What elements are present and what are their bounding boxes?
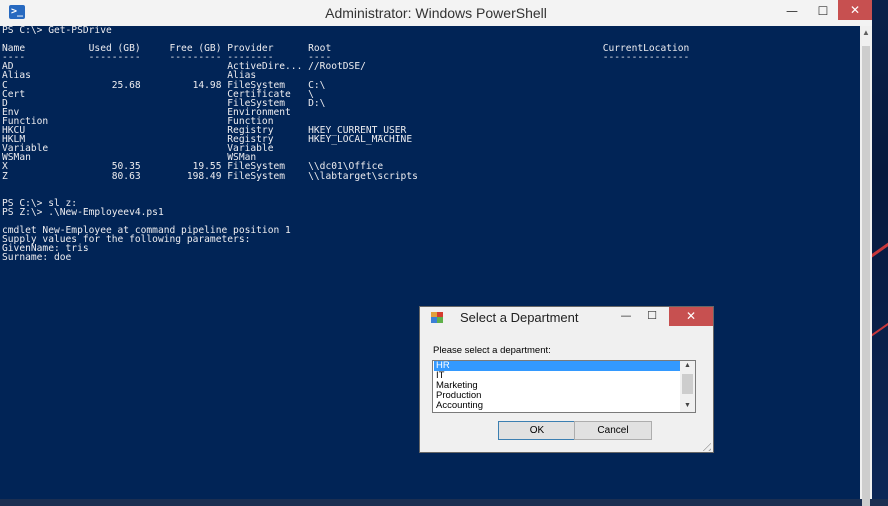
console-text: PS C:\> Get-PSDrive Name Used (GB) Free … — [2, 26, 690, 264]
ok-button[interactable]: OK — [498, 421, 576, 440]
form-app-icon — [431, 312, 443, 323]
dialog-maximize-button[interactable]: ☐ — [642, 309, 662, 322]
list-item-hr[interactable]: HR — [434, 361, 681, 371]
list-item-accounting[interactable]: Accounting — [434, 401, 681, 411]
chevron-up-icon[interactable]: ▲ — [680, 361, 695, 371]
close-button[interactable]: ✕ — [838, 0, 872, 20]
dialog-close-button[interactable]: ✕ — [669, 307, 713, 326]
chevron-down-icon[interactable]: ▼ — [680, 401, 695, 411]
dialog-minimize-button[interactable]: — — [616, 309, 636, 322]
select-department-dialog: Select a Department — ☐ ✕ Please select … — [419, 306, 714, 453]
dialog-title-bar[interactable]: Select a Department — ☐ ✕ — [420, 307, 713, 329]
minimize-button[interactable]: — — [778, 0, 806, 22]
department-prompt: Please select a department: — [433, 345, 551, 356]
department-listbox[interactable]: HR IT Marketing Production Accounting ▲ … — [432, 360, 696, 413]
listbox-scroll-thumb[interactable] — [682, 374, 693, 394]
cancel-button[interactable]: Cancel — [574, 421, 652, 440]
resize-grip-icon[interactable] — [699, 439, 711, 451]
console-scrollbar[interactable]: ▲ — [860, 26, 872, 506]
dialog-title: Select a Department — [460, 310, 579, 325]
title-bar[interactable]: >_ Administrator: Windows PowerShell — ☐… — [0, 0, 872, 26]
maximize-button[interactable]: ☐ — [809, 0, 837, 22]
listbox-scrollbar[interactable]: ▲ ▼ — [680, 361, 695, 412]
dialog-body: Please select a department: HR IT Market… — [420, 329, 713, 452]
scroll-thumb[interactable] — [862, 46, 870, 506]
window-title: Administrator: Windows PowerShell — [325, 5, 547, 21]
scroll-up-icon[interactable]: ▲ — [860, 26, 872, 40]
